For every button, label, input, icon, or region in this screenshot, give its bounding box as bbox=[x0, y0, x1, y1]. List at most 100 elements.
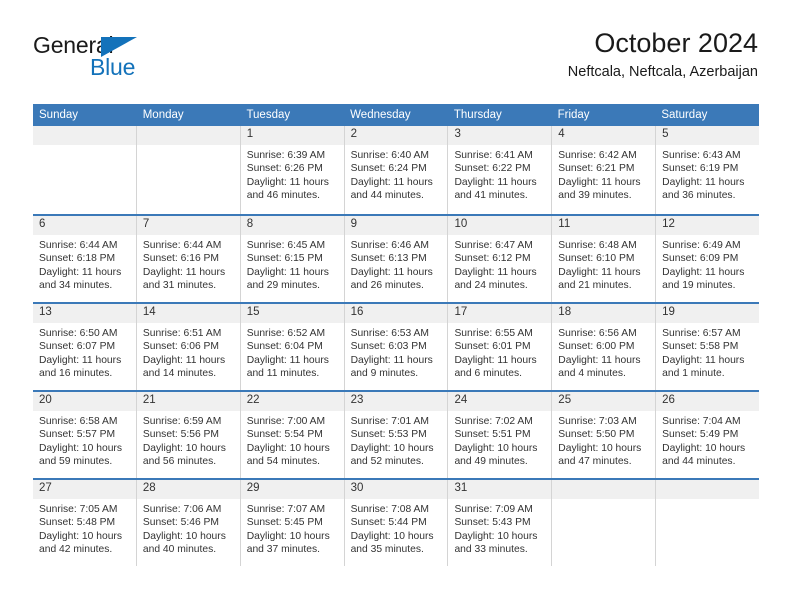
calendar-day-cell[interactable]: 19 Sunrise: 6:57 AM Sunset: 5:58 PM Dayligh… bbox=[655, 304, 760, 390]
calendar-day-cell[interactable]: 8 Sunrise: 6:45 AM Sunset: 6:15 PM Daylight… bbox=[239, 216, 344, 302]
daylight-text-line1: Daylight: 11 hours bbox=[246, 354, 329, 366]
calendar-week-row: 6 Sunrise: 6:44 AM Sunset: 6:18 PM Daylight… bbox=[33, 214, 760, 302]
sunrise-text: Sunrise: 7:07 AM bbox=[246, 504, 326, 515]
day-sun-info: Sunrise: 7:01 AM Sunset: 5:53 PM Daylight:… bbox=[345, 411, 448, 469]
day-sun-info: Sunrise: 6:49 AM Sunset: 6:09 PM Daylight:… bbox=[656, 235, 759, 293]
calendar-day-cell[interactable]: 30 Sunrise: 7:08 AM Sunset: 5:44 PM Dayligh… bbox=[343, 480, 448, 566]
daylight-text-line1: Daylight: 11 hours bbox=[558, 176, 641, 188]
sunset-text: Sunset: 5:44 PM bbox=[350, 517, 427, 529]
calendar-day-cell[interactable]: 18 Sunrise: 6:56 AM Sunset: 6:00 PM Dayligh… bbox=[551, 304, 656, 390]
sunrise-text: Sunrise: 6:41 AM bbox=[454, 150, 533, 161]
daylight-text-line2: and 6 minutes. bbox=[454, 368, 522, 380]
daylight-text-line1: Daylight: 11 hours bbox=[558, 354, 641, 366]
daylight-text-line1: Daylight: 10 hours bbox=[39, 442, 122, 454]
daylight-text-line1: Daylight: 10 hours bbox=[39, 530, 122, 542]
sunrise-text: Sunrise: 7:03 AM bbox=[558, 416, 637, 427]
calendar-day-cell[interactable]: 3 Sunrise: 6:41 AM Sunset: 6:22 PM Daylight… bbox=[447, 126, 552, 214]
sunset-text: Sunset: 6:04 PM bbox=[246, 341, 323, 353]
day-number: 25 bbox=[552, 392, 656, 411]
calendar-day-cell[interactable]: 11 Sunrise: 6:48 AM Sunset: 6:10 PM Dayligh… bbox=[551, 216, 656, 302]
sunset-text: Sunset: 5:50 PM bbox=[558, 429, 635, 441]
daylight-text-line1: Daylight: 10 hours bbox=[142, 530, 226, 542]
weekday-header-thursday: Thursday bbox=[453, 109, 502, 121]
day-number: 29 bbox=[240, 480, 344, 499]
daylight-text-line1: Daylight: 10 hours bbox=[350, 530, 434, 542]
sunrise-text: Sunrise: 6:50 AM bbox=[39, 328, 118, 339]
calendar-day-cell[interactable]: 2 Sunrise: 6:40 AM Sunset: 6:24 PM Daylight… bbox=[343, 126, 448, 214]
calendar-day-cell[interactable]: 6 Sunrise: 6:44 AM Sunset: 6:18 PM Daylight… bbox=[33, 216, 136, 302]
calendar-day-cell[interactable]: 12 Sunrise: 6:49 AM Sunset: 6:09 PM Dayligh… bbox=[655, 216, 760, 302]
sunset-text: Sunset: 5:49 PM bbox=[662, 429, 739, 441]
day-sun-info: Sunrise: 6:51 AM Sunset: 6:06 PM Daylight:… bbox=[137, 323, 240, 381]
sunset-text: Sunset: 6:21 PM bbox=[558, 163, 635, 175]
daylight-text-line1: Daylight: 10 hours bbox=[454, 530, 538, 542]
sunrise-text: Sunrise: 7:00 AM bbox=[246, 416, 326, 427]
sunrise-text: Sunrise: 6:53 AM bbox=[350, 328, 429, 339]
daylight-text-line1: Daylight: 11 hours bbox=[558, 266, 641, 278]
daylight-text-line1: Daylight: 10 hours bbox=[558, 442, 642, 454]
daylight-text-line2: and 59 minutes. bbox=[39, 456, 113, 468]
day-sun-info: Sunrise: 6:44 AM Sunset: 6:16 PM Daylight:… bbox=[137, 235, 240, 293]
sunrise-text: Sunrise: 6:49 AM bbox=[662, 240, 741, 251]
calendar-day-cell[interactable]: 13 Sunrise: 6:50 AM Sunset: 6:07 PM Dayligh… bbox=[33, 304, 136, 390]
weekday-header-friday: Friday bbox=[557, 109, 590, 121]
daylight-text-line1: Daylight: 11 hours bbox=[662, 266, 745, 278]
daylight-text-line2: and 19 minutes. bbox=[662, 280, 736, 292]
daylight-text-line1: Daylight: 11 hours bbox=[454, 176, 537, 188]
calendar-day-cell[interactable]: 16 Sunrise: 6:53 AM Sunset: 6:03 PM Dayligh… bbox=[343, 304, 448, 390]
daylight-text-line2: and 35 minutes. bbox=[350, 544, 424, 556]
page-header: General Blue October 2024 Neftcala, Neft… bbox=[33, 28, 758, 96]
daylight-text-line2: and 31 minutes. bbox=[142, 280, 217, 292]
day-sun-info: Sunrise: 6:52 AM Sunset: 6:04 PM Daylight:… bbox=[241, 323, 344, 381]
sunset-text: Sunset: 6:26 PM bbox=[246, 163, 323, 175]
calendar-day-cell[interactable]: 22 Sunrise: 7:00 AM Sunset: 5:54 PM Dayligh… bbox=[239, 392, 344, 478]
calendar-day-cell[interactable]: 27 Sunrise: 7:05 AM Sunset: 5:48 PM Dayligh… bbox=[33, 480, 136, 566]
daylight-text-line2: and 4 minutes. bbox=[558, 368, 626, 380]
daylight-text-line1: Daylight: 10 hours bbox=[246, 442, 330, 454]
calendar-day-cell[interactable]: 26 Sunrise: 7:04 AM Sunset: 5:49 PM Dayligh… bbox=[655, 392, 760, 478]
calendar-day-cell[interactable]: 4 Sunrise: 6:42 AM Sunset: 6:21 PM Daylight… bbox=[551, 126, 656, 214]
calendar-day-cell[interactable]: 25 Sunrise: 7:03 AM Sunset: 5:50 PM Dayligh… bbox=[551, 392, 656, 478]
calendar-day-cell-empty bbox=[551, 480, 656, 566]
calendar-day-cell[interactable]: 14 Sunrise: 6:51 AM Sunset: 6:06 PM Dayligh… bbox=[135, 304, 240, 390]
calendar-day-cell[interactable]: 28 Sunrise: 7:06 AM Sunset: 5:46 PM Dayligh… bbox=[135, 480, 240, 566]
sunrise-text: Sunrise: 7:05 AM bbox=[39, 504, 118, 515]
daylight-text-line1: Daylight: 10 hours bbox=[246, 530, 330, 542]
calendar-day-cell[interactable]: 21 Sunrise: 6:59 AM Sunset: 5:56 PM Dayligh… bbox=[135, 392, 240, 478]
calendar-day-cell[interactable]: 17 Sunrise: 6:55 AM Sunset: 6:01 PM Dayligh… bbox=[447, 304, 552, 390]
day-sun-info: Sunrise: 6:42 AM Sunset: 6:21 PM Daylight:… bbox=[552, 145, 655, 203]
calendar-day-cell[interactable]: 23 Sunrise: 7:01 AM Sunset: 5:53 PM Dayligh… bbox=[343, 392, 448, 478]
calendar-day-cell[interactable]: 24 Sunrise: 7:02 AM Sunset: 5:51 PM Dayligh… bbox=[447, 392, 552, 478]
calendar-day-cell[interactable]: 10 Sunrise: 6:47 AM Sunset: 6:12 PM Dayligh… bbox=[447, 216, 552, 302]
location-subtitle: Neftcala, Neftcala, Azerbaijan bbox=[567, 64, 758, 81]
calendar-day-cell[interactable]: 20 Sunrise: 6:58 AM Sunset: 5:57 PM Dayligh… bbox=[33, 392, 136, 478]
calendar-day-cell[interactable]: 9 Sunrise: 6:46 AM Sunset: 6:13 PM Daylight… bbox=[343, 216, 448, 302]
calendar-day-cell[interactable]: 31 Sunrise: 7:09 AM Sunset: 5:43 PM Dayligh… bbox=[447, 480, 552, 566]
sunrise-text: Sunrise: 6:48 AM bbox=[558, 240, 637, 251]
sunset-text: Sunset: 5:56 PM bbox=[142, 429, 219, 441]
day-sun-info: Sunrise: 6:46 AM Sunset: 6:13 PM Daylight:… bbox=[345, 235, 448, 293]
sunset-text: Sunset: 6:00 PM bbox=[558, 341, 635, 353]
calendar-day-cell[interactable]: 7 Sunrise: 6:44 AM Sunset: 6:16 PM Daylight… bbox=[135, 216, 240, 302]
sunset-text: Sunset: 5:57 PM bbox=[39, 429, 116, 441]
brand-logo[interactable]: General Blue bbox=[33, 34, 233, 90]
day-sun-info: Sunrise: 6:59 AM Sunset: 5:56 PM Daylight:… bbox=[137, 411, 240, 469]
day-number: 22 bbox=[240, 392, 344, 411]
calendar-day-cell[interactable]: 29 Sunrise: 7:07 AM Sunset: 5:45 PM Dayligh… bbox=[239, 480, 344, 566]
daylight-text-line2: and 47 minutes. bbox=[558, 456, 632, 468]
calendar-day-cell[interactable]: 15 Sunrise: 6:52 AM Sunset: 6:04 PM Dayligh… bbox=[239, 304, 344, 390]
daylight-text-line1: Daylight: 11 hours bbox=[142, 354, 226, 366]
day-number: 26 bbox=[656, 392, 760, 411]
day-number: 5 bbox=[656, 126, 760, 145]
day-number: 15 bbox=[240, 304, 344, 323]
day-number: 16 bbox=[344, 304, 448, 323]
daylight-text-line2: and 36 minutes. bbox=[662, 190, 736, 202]
daylight-text-line1: Daylight: 11 hours bbox=[350, 266, 433, 278]
sunrise-text: Sunrise: 6:59 AM bbox=[142, 416, 222, 427]
calendar-day-cell[interactable]: 5 Sunrise: 6:43 AM Sunset: 6:19 PM Daylight… bbox=[655, 126, 760, 214]
day-sun-info: Sunrise: 6:39 AM Sunset: 6:26 PM Daylight:… bbox=[241, 145, 344, 203]
day-number: 3 bbox=[448, 126, 552, 145]
day-number: 8 bbox=[240, 216, 344, 235]
day-number: 12 bbox=[656, 216, 760, 235]
calendar-day-cell[interactable]: 1 Sunrise: 6:39 AM Sunset: 6:26 PM Daylight… bbox=[239, 126, 344, 214]
